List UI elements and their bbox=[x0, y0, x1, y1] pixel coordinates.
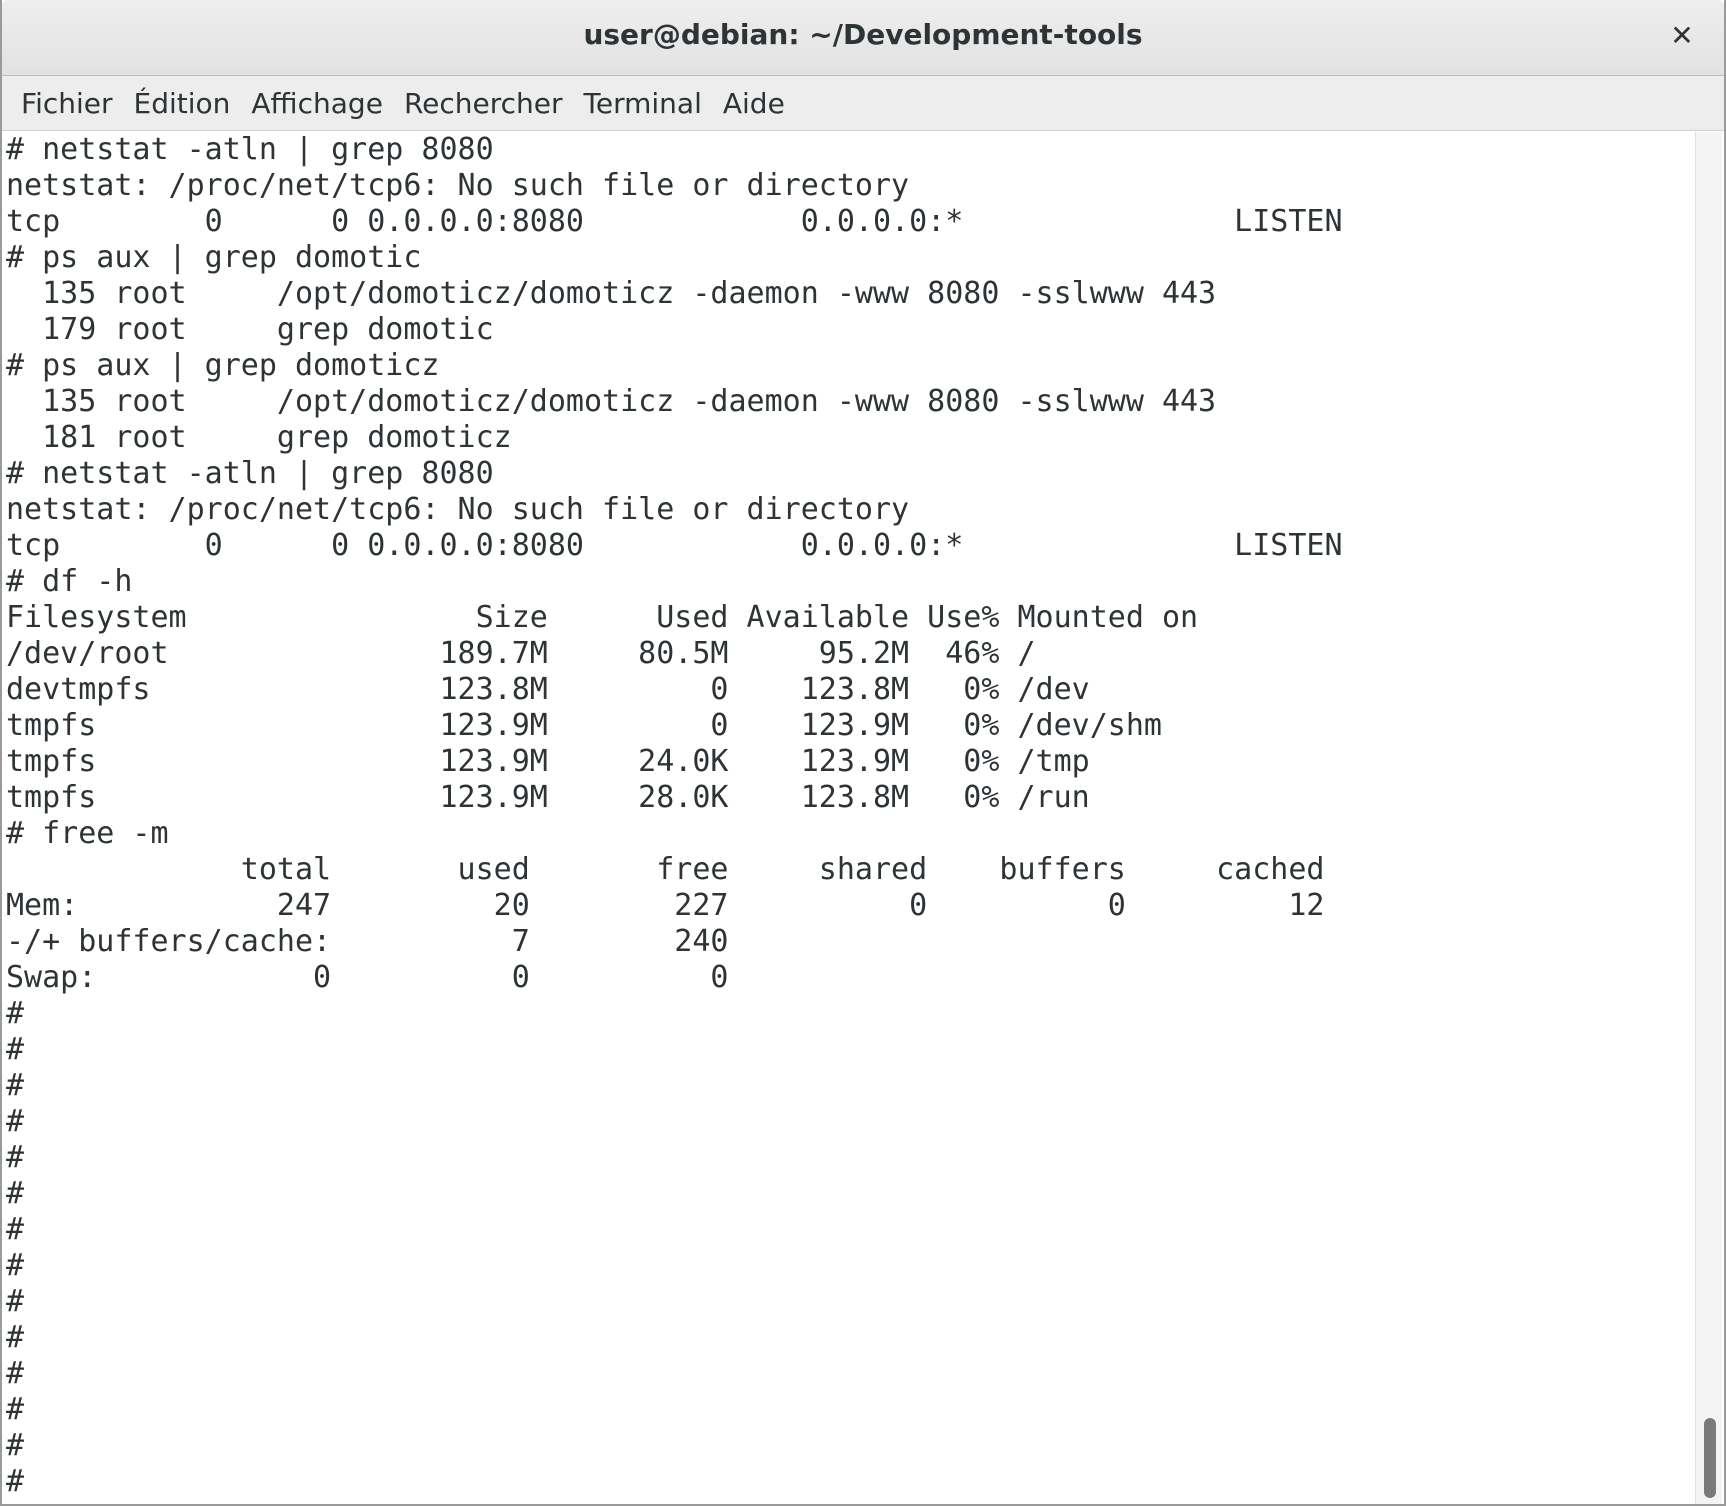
menu-affichage[interactable]: Affichage bbox=[246, 87, 399, 120]
terminal-line: tcp 0 0 0.0.0.0:8080 0.0.0.0:* LISTEN bbox=[6, 528, 1343, 563]
terminal-line: 135 root /opt/domoticz/domoticz -daemon … bbox=[6, 384, 1217, 419]
terminal-line: Swap: 0 0 0 bbox=[6, 960, 729, 995]
terminal-output[interactable]: # netstat -atln | grep 8080 netstat: /pr… bbox=[2, 132, 1698, 1504]
terminal-window: user@debian: ~/Development-tools ✕ Fichi… bbox=[0, 0, 1726, 1506]
terminal-line: # bbox=[6, 1104, 25, 1139]
terminal-line: # netstat -atln | grep 8080 bbox=[6, 456, 494, 491]
terminal-line: netstat: /proc/net/tcp6: No such file or… bbox=[6, 492, 910, 527]
vertical-scrollbar[interactable] bbox=[1695, 132, 1722, 1504]
terminal-line: # bbox=[6, 1032, 25, 1067]
menu-bar: Fichier Édition Affichage Rechercher Ter… bbox=[2, 76, 1724, 131]
terminal-line: # bbox=[6, 1176, 25, 1211]
terminal-line: Filesystem Size Used Available Use% Moun… bbox=[6, 600, 1199, 635]
title-bar[interactable]: user@debian: ~/Development-tools ✕ bbox=[2, 0, 1724, 76]
terminal-line: # bbox=[6, 1068, 25, 1103]
terminal-line: # bbox=[6, 1212, 25, 1247]
terminal-line: tcp 0 0 0.0.0.0:8080 0.0.0.0:* LISTEN bbox=[6, 204, 1343, 239]
terminal-line: # bbox=[6, 1428, 25, 1463]
terminal-line: tmpfs 123.9M 24.0K 123.9M 0% /tmp bbox=[6, 744, 1090, 779]
terminal-line: Mem: 247 20 227 0 0 12 bbox=[6, 888, 1325, 923]
terminal-line: # free -m bbox=[6, 816, 169, 851]
terminal-line: 135 root /opt/domoticz/domoticz -daemon … bbox=[6, 276, 1217, 311]
terminal-line: devtmpfs 123.8M 0 123.8M 0% /dev bbox=[6, 672, 1090, 707]
menu-terminal[interactable]: Terminal bbox=[579, 87, 718, 120]
terminal-line: # bbox=[6, 1356, 25, 1391]
terminal-line: 179 root grep domotic bbox=[6, 312, 494, 347]
menu-fichier[interactable]: Fichier bbox=[16, 87, 129, 120]
terminal-line: # netstat -atln | grep 8080 bbox=[6, 132, 494, 167]
terminal-line: # bbox=[6, 1248, 25, 1283]
terminal-line: total used free shared buffers cached bbox=[6, 852, 1325, 887]
terminal-line: # bbox=[6, 1140, 25, 1175]
terminal-line: # bbox=[6, 1284, 25, 1319]
terminal-line: netstat: /proc/net/tcp6: No such file or… bbox=[6, 168, 910, 203]
terminal-line: # ps aux | grep domotic bbox=[6, 240, 422, 275]
terminal-line: 181 root grep domoticz bbox=[6, 420, 512, 455]
terminal-line: tmpfs 123.9M 0 123.9M 0% /dev/shm bbox=[6, 708, 1162, 743]
menu-edition[interactable]: Édition bbox=[129, 87, 247, 120]
terminal-line: # bbox=[6, 1392, 25, 1427]
terminal-line: # ps aux | grep domoticz bbox=[6, 348, 440, 383]
window-title: user@debian: ~/Development-tools bbox=[583, 18, 1143, 51]
terminal-line: # bbox=[6, 1464, 25, 1499]
scrollbar-thumb[interactable] bbox=[1704, 1418, 1716, 1498]
terminal-line: # bbox=[6, 1320, 25, 1355]
menu-aide[interactable]: Aide bbox=[718, 87, 801, 120]
close-button[interactable]: ✕ bbox=[1662, 16, 1702, 56]
terminal-line: -/+ buffers/cache: 7 240 bbox=[6, 924, 729, 959]
terminal-line: # bbox=[6, 996, 25, 1031]
menu-rechercher[interactable]: Rechercher bbox=[399, 87, 579, 120]
terminal-line: tmpfs 123.9M 28.0K 123.8M 0% /run bbox=[6, 780, 1090, 815]
terminal-line: /dev/root 189.7M 80.5M 95.2M 46% / bbox=[6, 636, 1036, 671]
terminal-line: # df -h bbox=[6, 564, 133, 599]
